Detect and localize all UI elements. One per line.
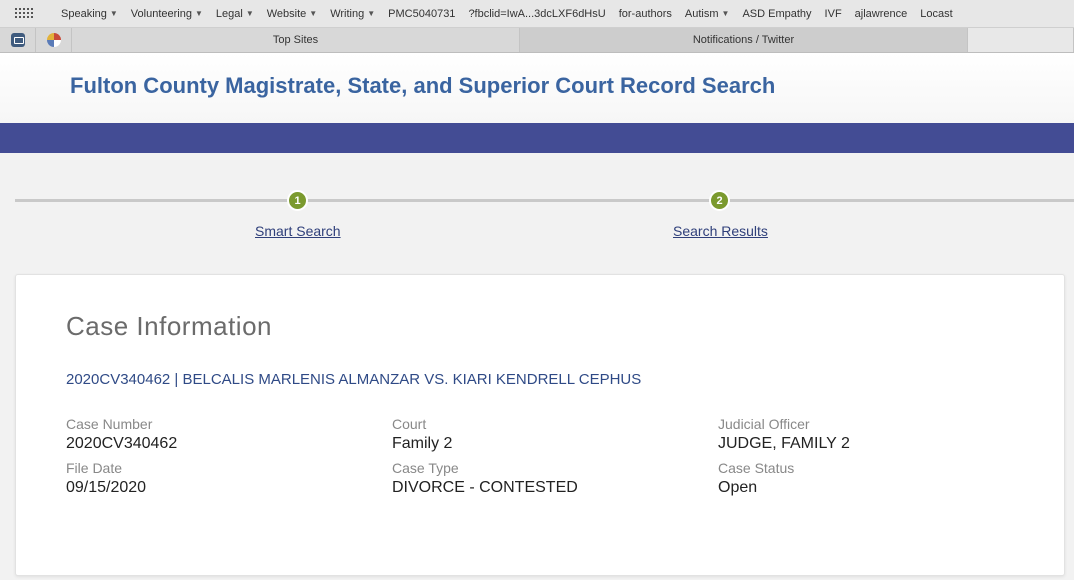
header-band (0, 123, 1074, 153)
section-title: Case Information (66, 311, 272, 341)
tab-empty-area (968, 28, 1074, 52)
case-status-label: Case Status (718, 460, 795, 476)
pinned-tab-calendar[interactable] (0, 28, 36, 52)
case-number-value: 2020CV340462 (66, 435, 178, 452)
chevron-down-icon: ▼ (309, 9, 318, 18)
file-date-value: 09/15/2020 (66, 479, 147, 496)
case-type-label: Case Type (392, 460, 459, 476)
bookmark-website[interactable]: Website ▼ (267, 8, 317, 20)
case-number-field: Case Number 2020CV340462 (66, 415, 177, 455)
bookmark-pmc[interactable]: PMC5040731 (388, 8, 455, 20)
court-label: Court (392, 416, 427, 432)
bookmark-speaking[interactable]: Speaking ▼ (61, 8, 118, 20)
court-value: Family 2 (392, 435, 453, 452)
chevron-down-icon: ▼ (245, 9, 254, 18)
stepper-line (15, 199, 1074, 202)
tab-top-sites[interactable]: Top Sites (72, 28, 520, 52)
calendar-icon (10, 33, 25, 47)
apps-grid-icon[interactable] (15, 7, 33, 20)
bookmark-writing[interactable]: Writing ▼ (330, 8, 375, 20)
judicial-officer-label: Judicial Officer (718, 416, 810, 432)
court-field: Court Family 2 (392, 415, 452, 455)
pinwheel-icon (46, 33, 61, 47)
smart-search-link[interactable]: Smart Search (255, 223, 341, 239)
case-type-value: DIVORCE - CONTESTED (392, 479, 578, 496)
bookmark-autism[interactable]: Autism ▼ (685, 8, 730, 20)
case-status-value: Open (718, 479, 758, 496)
page-title: Fulton County Magistrate, State, and Sup… (70, 73, 776, 98)
case-type-field: Case Type DIVORCE - CONTESTED (392, 459, 578, 499)
search-results-link[interactable]: Search Results (673, 223, 768, 239)
bookmarks-bar: Speaking ▼ Volunteering ▼ Legal ▼ Website ▼ … (0, 0, 1074, 28)
bookmark-ajlawrence[interactable]: ajlawrence (855, 8, 908, 20)
case-number-label: Case Number (66, 416, 153, 432)
case-heading: 2020CV340462 | BELCALIS MARLENIS ALMANZA… (66, 371, 642, 388)
bookmark-fbclid[interactable]: ?fbclid=IwA...3dcLXF6dHsU (468, 8, 605, 20)
chevron-down-icon: ▼ (367, 9, 376, 18)
bookmark-volunteering[interactable]: Volunteering ▼ (131, 8, 203, 20)
bookmark-legal[interactable]: Legal ▼ (216, 8, 254, 20)
judicial-officer-field: Judicial Officer JUDGE, FAMILY 2 (718, 415, 850, 455)
chevron-down-icon: ▼ (109, 9, 118, 18)
file-date-label: File Date (66, 460, 123, 476)
page-header: Fulton County Magistrate, State, and Sup… (0, 53, 1074, 123)
step-2-badge: 2 (709, 190, 730, 211)
step-1-badge: 1 (287, 190, 308, 211)
tab-bar: Top Sites Notifications / Twitter (0, 28, 1074, 53)
bookmark-locast[interactable]: Locast (920, 8, 952, 20)
pinned-tab-pinwheel[interactable] (36, 28, 72, 52)
tab-notifications[interactable]: Notifications / Twitter (520, 28, 968, 52)
judicial-officer-value: JUDGE, FAMILY 2 (718, 435, 850, 452)
bookmark-asd-empathy[interactable]: ASD Empathy (742, 8, 811, 20)
file-date-field: File Date 09/15/2020 (66, 459, 146, 499)
chevron-down-icon: ▼ (194, 9, 203, 18)
case-information-card: Case Information 2020CV340462 | BELCALIS… (15, 274, 1065, 576)
bookmark-ivf[interactable]: IVF (825, 8, 842, 20)
bookmark-for-authors[interactable]: for-authors (619, 8, 672, 20)
chevron-down-icon: ▼ (721, 9, 730, 18)
case-status-field: Case Status Open (718, 459, 794, 499)
